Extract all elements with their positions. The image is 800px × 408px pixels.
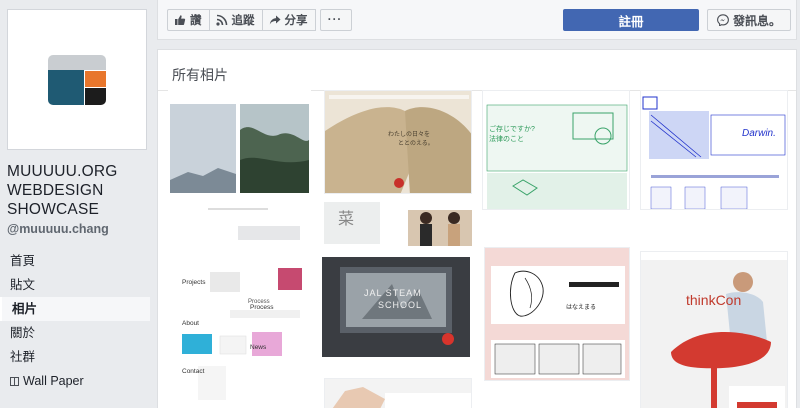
- nav-item-label: 相片: [12, 302, 38, 316]
- photos-section-title: 所有相片: [172, 67, 228, 83]
- page-name-line: MUUUUU.ORG: [7, 163, 118, 180]
- page-handle[interactable]: @muuuuu.chang: [7, 222, 109, 236]
- muuuuu-logo: [48, 54, 106, 105]
- thumb-text: Projects: [182, 279, 206, 286]
- send-message-button[interactable]: 發訊息。: [707, 9, 791, 31]
- nav-item-label: 首頁: [10, 254, 36, 268]
- nav-item-label: Wall Paper: [23, 374, 84, 388]
- photo-image: [483, 91, 629, 209]
- nav-item-label: 貼文: [10, 278, 36, 292]
- thumb-text: News: [250, 344, 267, 351]
- nav-item-community[interactable]: 社群: [0, 345, 150, 369]
- thumb-text: 菜: [338, 211, 355, 228]
- photo-thumb-darwin[interactable]: [640, 90, 788, 210]
- nav-item-posts[interactable]: 貼文: [0, 273, 150, 297]
- page-name-line: WEBDESIGN: [7, 182, 104, 199]
- signup-label: 註冊: [618, 14, 644, 29]
- thumb-text: はなえまる: [566, 305, 597, 311]
- thumbs-up-icon: [174, 14, 186, 26]
- photo-image: [641, 252, 787, 408]
- thumb-text: 法律のこと: [489, 136, 524, 143]
- page-name-line: SHOWCASE: [7, 201, 100, 218]
- page-nav: 首頁 貼文 相片 關於 社群 Wall Paper: [0, 249, 150, 393]
- photo-thumb-manga[interactable]: [484, 247, 630, 381]
- signup-button[interactable]: 註冊: [563, 9, 699, 31]
- thumb-text: thinkCon: [686, 292, 742, 308]
- nav-item-about[interactable]: 關於: [0, 321, 150, 345]
- photo-thumb-green-legal[interactable]: [482, 90, 630, 210]
- message-label: 發訊息。: [732, 13, 781, 28]
- thumb-text: Process: [248, 299, 270, 305]
- photos-panel: 所有相片 ご存じですか? 法律のこと わたしの日々を ととのえる。 Darwin…: [157, 49, 797, 408]
- nav-item-home[interactable]: 首頁: [0, 249, 150, 273]
- nav-item-label: 關於: [10, 326, 36, 340]
- page-action-bar: 讚 追蹤 分享 ··· 註冊 發訊息。: [157, 0, 797, 40]
- messenger-icon: [717, 14, 729, 26]
- photo-thumb-hand[interactable]: [324, 378, 472, 408]
- thumb-text: ご存じですか?: [489, 126, 535, 133]
- more-options-button[interactable]: ···: [319, 9, 352, 31]
- thumb-text: わたしの日々を: [388, 132, 431, 138]
- photo-thumb-chair[interactable]: [640, 251, 788, 408]
- share-arrow-icon: [269, 14, 281, 26]
- nav-item-label: 社群: [10, 350, 36, 364]
- share-label: 分享: [284, 15, 308, 27]
- thumb-text: Darwin.: [742, 128, 776, 139]
- more-dots-icon: ···: [327, 14, 343, 26]
- wallpaper-icon: [10, 376, 19, 386]
- follow-label: 追蹤: [231, 15, 255, 27]
- photo-thumb-mountains[interactable]: [168, 90, 311, 248]
- rss-icon: [215, 14, 228, 26]
- like-label: 讚: [190, 15, 202, 27]
- follow-button[interactable]: 追蹤: [208, 9, 263, 31]
- photo-image: [485, 248, 629, 380]
- nav-item-wallpaper[interactable]: Wall Paper: [0, 369, 150, 393]
- like-button[interactable]: 讚: [167, 9, 210, 31]
- thumb-text: SCHOOL: [378, 300, 423, 310]
- thumb-text: JAL STEAM: [364, 288, 422, 298]
- thumb-text: About: [182, 320, 199, 327]
- photo-image: [641, 91, 787, 209]
- profile-picture[interactable]: [7, 9, 147, 150]
- thumb-text: Contact: [182, 368, 205, 375]
- photo-image: [325, 379, 471, 408]
- photo-thumb-design-list[interactable]: [168, 248, 311, 408]
- photo-image: [168, 90, 311, 248]
- page-name[interactable]: MUUUUU.ORG WEBDESIGN SHOWCASE: [7, 162, 152, 219]
- share-button[interactable]: 分享: [261, 9, 316, 31]
- nav-item-photos[interactable]: 相片: [0, 297, 150, 321]
- thumb-text: Process: [250, 304, 274, 311]
- thumb-text: ととのえる。: [398, 141, 434, 147]
- photo-image: [168, 248, 311, 408]
